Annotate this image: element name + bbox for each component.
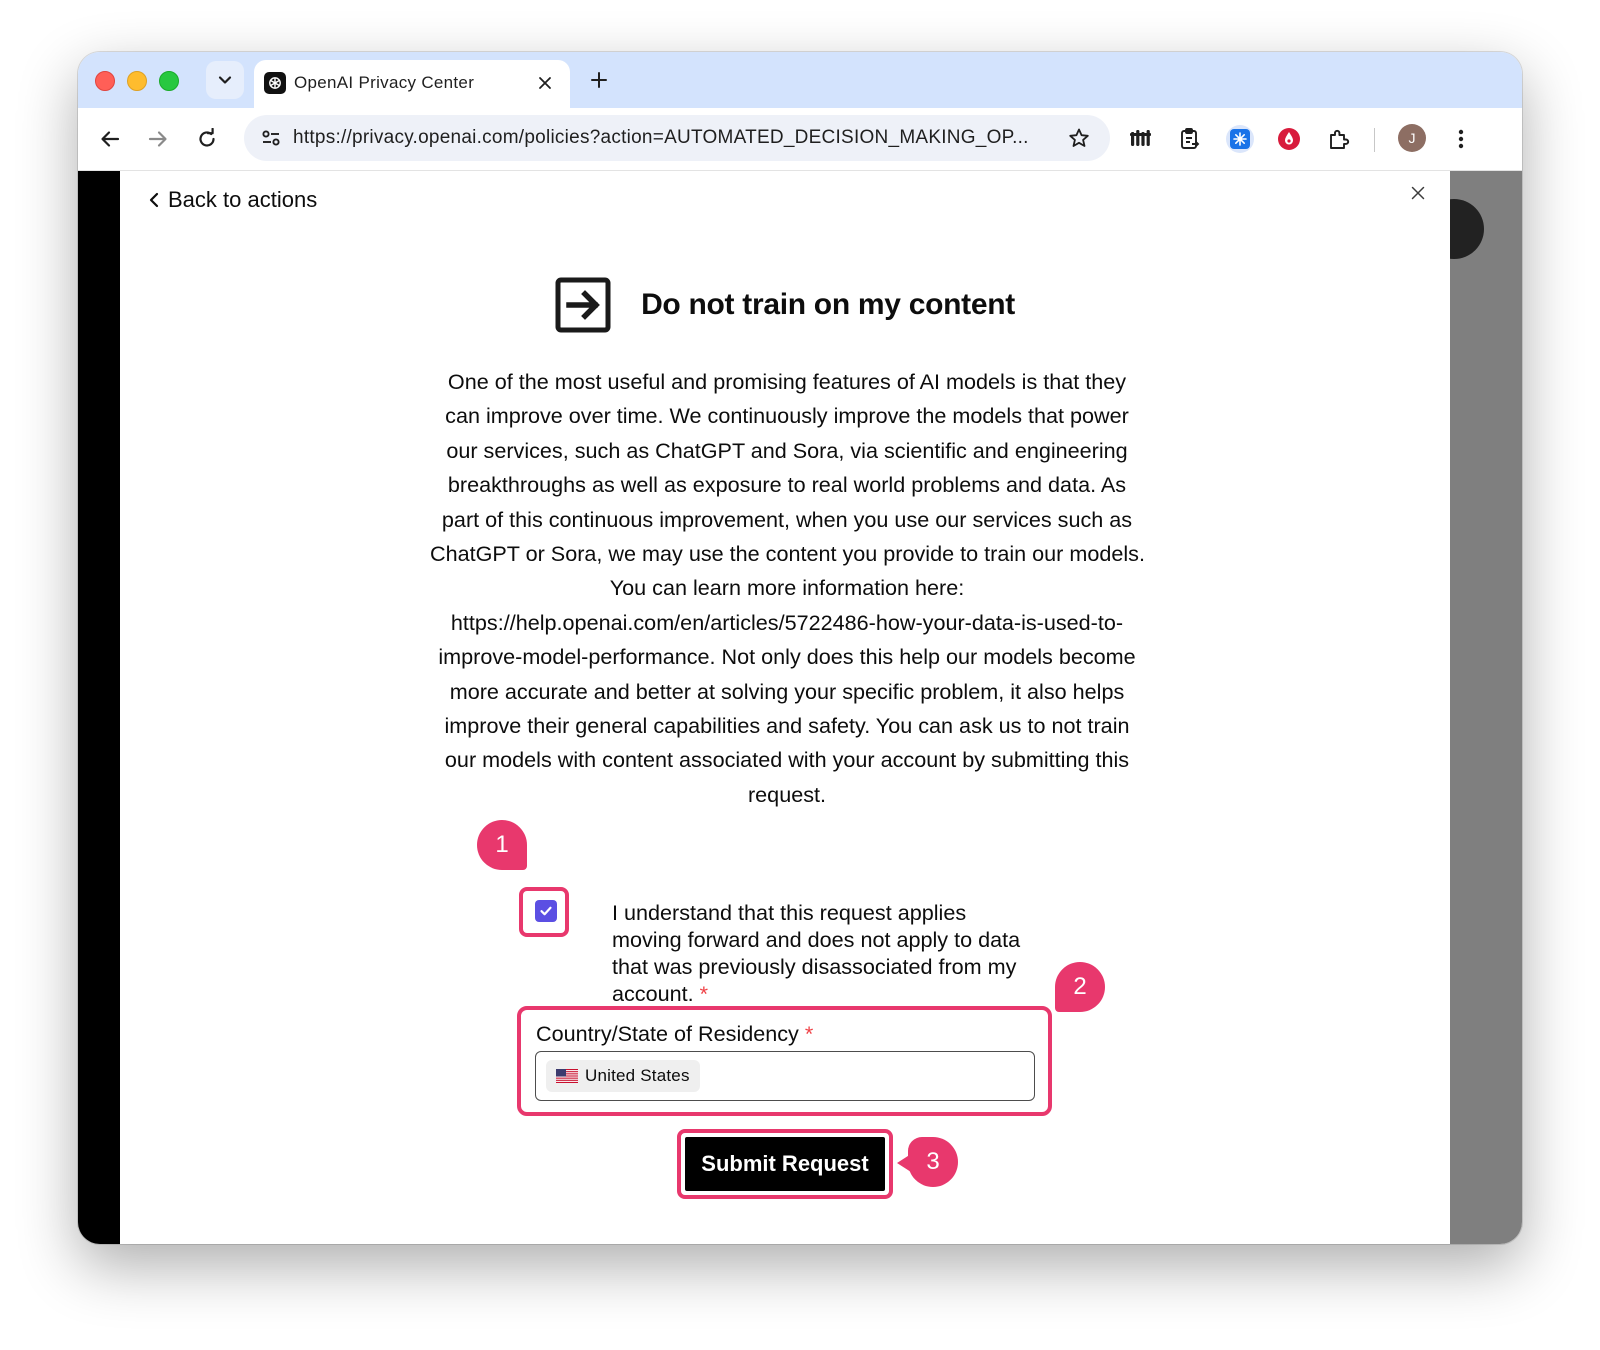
close-window-button[interactable] bbox=[95, 71, 115, 91]
site-settings-button[interactable] bbox=[254, 121, 288, 155]
url-text: https://privacy.openai.com/policies?acti… bbox=[293, 127, 1029, 148]
extension-drop-button[interactable] bbox=[1272, 122, 1306, 156]
extensions-menu-button[interactable] bbox=[1322, 122, 1356, 156]
browser-menu-button[interactable] bbox=[1444, 122, 1478, 156]
step-marker-3: 3 bbox=[908, 1137, 958, 1187]
consent-line: I understand that this request applies bbox=[612, 900, 967, 925]
tab-title: OpenAI Privacy Center bbox=[294, 73, 475, 92]
minimize-window-button[interactable] bbox=[127, 71, 147, 91]
star-icon bbox=[1069, 128, 1089, 147]
consent-line: moving forward and does not apply to dat… bbox=[612, 927, 1021, 952]
description-line: You can learn more information here: bbox=[609, 575, 965, 601]
step-marker-1: 1 bbox=[477, 820, 527, 870]
description-line: improve their general capabilities and s… bbox=[444, 713, 1130, 739]
page-content: Back to actions Do not train on my conte… bbox=[78, 171, 1522, 1244]
plus-icon bbox=[591, 72, 607, 88]
reload-icon bbox=[199, 128, 215, 147]
privacy-request-modal: Back to actions Do not train on my conte… bbox=[120, 171, 1450, 1244]
modal-close-button[interactable] bbox=[1406, 181, 1430, 205]
tools-extension-icon bbox=[1130, 130, 1151, 146]
modal-header: Do not train on my content bbox=[120, 277, 1450, 333]
back-button[interactable] bbox=[92, 121, 128, 157]
zoom-window-button[interactable] bbox=[159, 71, 179, 91]
country-value: United States bbox=[585, 1066, 690, 1085]
description-line: our models with content associated with … bbox=[444, 747, 1130, 773]
forward-button[interactable] bbox=[140, 121, 176, 157]
description-line: our services, such as ChatGPT and Sora, … bbox=[446, 437, 1128, 463]
required-asterisk: * bbox=[699, 981, 709, 1006]
bookmark-button[interactable] bbox=[1062, 121, 1096, 155]
description-line: part of this continuous improvement, whe… bbox=[441, 506, 1133, 532]
extension-clipboard-button[interactable] bbox=[1173, 122, 1207, 156]
chevron-left-icon bbox=[149, 192, 159, 208]
kebab-menu-icon bbox=[1458, 129, 1464, 149]
background-page-edge bbox=[78, 171, 120, 1244]
submit-request-button[interactable]: Submit Request bbox=[685, 1137, 885, 1191]
extension-icon bbox=[1330, 129, 1350, 149]
description-line: One of the most useful and promising fea… bbox=[447, 369, 1127, 394]
country-label-text: Country/State of Residency bbox=[536, 1021, 799, 1046]
consent-label: I understand that this request applies m… bbox=[612, 899, 1052, 1007]
drop-extension-icon bbox=[1278, 128, 1300, 150]
forward-arrow-icon bbox=[148, 131, 167, 147]
description-line: https://help.openai.com/en/articles/5722… bbox=[450, 609, 1124, 635]
extension-tools-button[interactable] bbox=[1124, 122, 1158, 156]
back-to-actions-label: Back to actions bbox=[168, 187, 318, 212]
browser-toolbar: https://privacy.openai.com/policies?acti… bbox=[78, 108, 1522, 171]
description-line: breakthroughs as well as exposure to rea… bbox=[447, 472, 1127, 498]
extension-snowflake-icon bbox=[1226, 125, 1254, 153]
extension-snowflake-button[interactable] bbox=[1223, 122, 1257, 156]
back-arrow-icon bbox=[101, 131, 120, 147]
consent-line: that was previously disassociated from m… bbox=[612, 954, 1017, 979]
us-flag-icon bbox=[556, 1069, 578, 1083]
close-icon bbox=[539, 77, 551, 89]
exit-arrow-icon bbox=[555, 277, 611, 333]
tab-active[interactable]: OpenAI Privacy Center bbox=[254, 60, 570, 108]
country-chip[interactable]: United States bbox=[546, 1060, 700, 1092]
required-asterisk: * bbox=[804, 1021, 814, 1046]
reload-button[interactable] bbox=[189, 121, 225, 157]
description-line: ChatGPT or Sora, we may use the content … bbox=[430, 541, 1145, 567]
country-field-label: Country/State of Residency * bbox=[536, 1021, 813, 1047]
description-line: improve-model-performance. Not only does… bbox=[438, 644, 1136, 670]
site-settings-icon bbox=[262, 130, 280, 146]
description-line: can improve over time. We continuously i… bbox=[445, 403, 1129, 429]
address-bar[interactable]: https://privacy.openai.com/policies?acti… bbox=[244, 115, 1110, 161]
close-icon bbox=[1411, 186, 1425, 200]
tab-strip: OpenAI Privacy Center bbox=[78, 52, 1522, 108]
clipboard-icon bbox=[1181, 128, 1200, 149]
dropdown-chevron-icon bbox=[218, 76, 232, 84]
consent-line-last: account. * bbox=[612, 980, 1052, 1007]
consent-checkbox[interactable] bbox=[535, 900, 557, 922]
browser-window: OpenAI Privacy Center https://privacy.op… bbox=[78, 52, 1522, 1244]
tab-search-button[interactable] bbox=[206, 61, 244, 99]
page-title: Do not train on my content bbox=[641, 288, 1015, 321]
country-select[interactable]: United States bbox=[535, 1051, 1035, 1101]
new-tab-button[interactable] bbox=[582, 63, 616, 97]
description-line: more accurate and better at solving your… bbox=[449, 678, 1125, 704]
consent-line: account. bbox=[612, 981, 694, 1006]
check-icon bbox=[540, 906, 552, 916]
openai-logo-icon bbox=[264, 72, 286, 94]
description-line: request. bbox=[747, 781, 827, 807]
back-to-actions-link[interactable]: Back to actions bbox=[148, 187, 317, 213]
step-marker-2: 2 bbox=[1055, 962, 1105, 1012]
tab-close-button[interactable] bbox=[532, 70, 558, 96]
description-text: One of the most useful and promising fea… bbox=[430, 365, 1145, 812]
toolbar-separator bbox=[1374, 128, 1375, 152]
profile-avatar-button[interactable]: J bbox=[1398, 124, 1426, 152]
